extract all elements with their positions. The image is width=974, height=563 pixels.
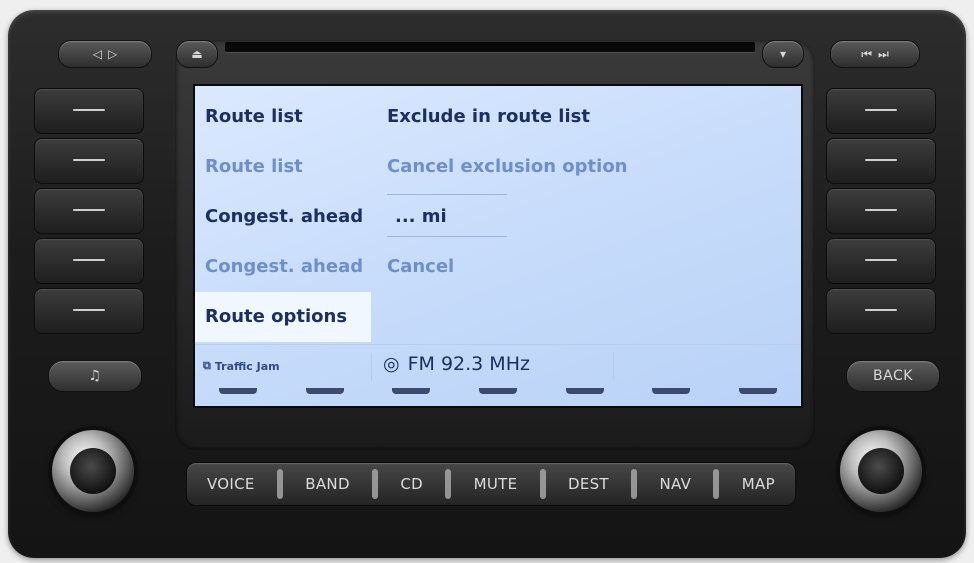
radio-label: FM 92.3 MHz [407, 353, 530, 375]
cd-button[interactable]: CD [394, 463, 429, 505]
band-button[interactable]: BAND [299, 463, 356, 505]
key-separator [276, 469, 283, 499]
soft-tab[interactable] [478, 388, 517, 394]
dest-button[interactable]: DEST [562, 463, 615, 505]
key-separator [372, 469, 379, 499]
cd-slot [225, 42, 755, 52]
mute-button[interactable]: MUTE [468, 463, 524, 505]
media-button[interactable]: ♫ [48, 360, 142, 392]
eject-button[interactable]: ⏏ [176, 40, 218, 68]
right-softkey-2[interactable] [826, 138, 936, 184]
menu-right-label[interactable]: Cancel [387, 256, 454, 277]
soft-tab[interactable] [565, 388, 604, 394]
menu-left-label[interactable]: Congest. ahead [205, 206, 363, 227]
menu-left-label[interactable]: Route options [205, 306, 347, 327]
left-softkey-1[interactable] [34, 88, 144, 134]
row-divider [387, 236, 507, 237]
cd-load-button[interactable]: ▾ [762, 40, 804, 68]
load-icon: ▾ [779, 47, 787, 61]
volume-knob[interactable] [52, 430, 134, 512]
radio-status: ◎ FM 92.3 MHz [383, 353, 530, 375]
soft-tab[interactable] [652, 388, 691, 394]
key-separator [713, 469, 720, 499]
menu-left-label[interactable]: Route list [205, 106, 303, 127]
nav-display: Route list Exclude in route list Route l… [193, 84, 803, 408]
tune-knob[interactable] [840, 430, 922, 512]
map-button[interactable]: MAP [736, 463, 781, 505]
eject-icon: ⏏ [191, 47, 203, 61]
seek-back-icon[interactable]: ◁ [93, 47, 102, 61]
left-softkey-3[interactable] [34, 188, 144, 234]
right-softkey-3[interactable] [826, 188, 936, 234]
menu-right-label[interactable]: ... mi [395, 206, 447, 227]
key-separator [445, 469, 452, 499]
menu-row-3[interactable]: Congest. ahead ... mi [195, 192, 801, 242]
bottom-soft-tabs [195, 388, 801, 406]
right-softkey-4[interactable] [826, 238, 936, 284]
menu-row-2[interactable]: Route list Cancel exclusion option [195, 142, 801, 192]
seek-forward-icon[interactable]: ▷ [108, 47, 117, 61]
track-buttons[interactable]: ⏮ ⏭ [830, 40, 920, 68]
music-note-icon: ♫ [88, 368, 102, 384]
soft-tab[interactable] [392, 388, 431, 394]
soft-tab[interactable] [305, 388, 344, 394]
menu-row-1[interactable]: Route list Exclude in route list [195, 92, 801, 142]
key-separator [631, 469, 638, 499]
menu-left-label[interactable]: Route list [205, 156, 303, 177]
right-softkey-1[interactable] [826, 88, 936, 134]
menu-row-5[interactable]: Route options [195, 292, 801, 342]
menu-right-label[interactable]: Exclude in route list [387, 106, 590, 127]
left-softkey-4[interactable] [34, 238, 144, 284]
left-softkey-5[interactable] [34, 288, 144, 334]
traffic-icon: ⧉ [203, 359, 211, 372]
track-back-icon[interactable]: ⏮ [861, 47, 872, 62]
left-softkey-2[interactable] [34, 138, 144, 184]
traffic-status: ⧉ Traffic Jam [203, 359, 280, 373]
status-bar: ⧉ Traffic Jam ◎ FM 92.3 MHz [195, 344, 801, 389]
right-softkey-5[interactable] [826, 288, 936, 334]
key-separator [539, 469, 546, 499]
voice-button[interactable]: VOICE [201, 463, 261, 505]
hardware-key-row: VOICE BAND CD MUTE DEST NAV MAP [186, 462, 796, 506]
track-forward-icon[interactable]: ⏭ [878, 47, 889, 62]
traffic-label: Traffic Jam [214, 359, 280, 373]
back-button[interactable]: BACK [846, 360, 940, 392]
soft-tab[interactable] [219, 388, 258, 394]
radio-signal-icon: ◎ [383, 353, 400, 375]
status-separator [613, 353, 614, 381]
nav-button[interactable]: NAV [654, 463, 698, 505]
menu-right-label[interactable]: Cancel exclusion option [387, 156, 628, 177]
back-label: BACK [873, 368, 913, 384]
status-separator [371, 353, 372, 381]
menu-row-4[interactable]: Congest. ahead Cancel [195, 242, 801, 292]
soft-tab[interactable] [738, 388, 777, 394]
seek-buttons[interactable]: ◁ ▷ [58, 40, 152, 68]
menu-left-label[interactable]: Congest. ahead [205, 256, 363, 277]
